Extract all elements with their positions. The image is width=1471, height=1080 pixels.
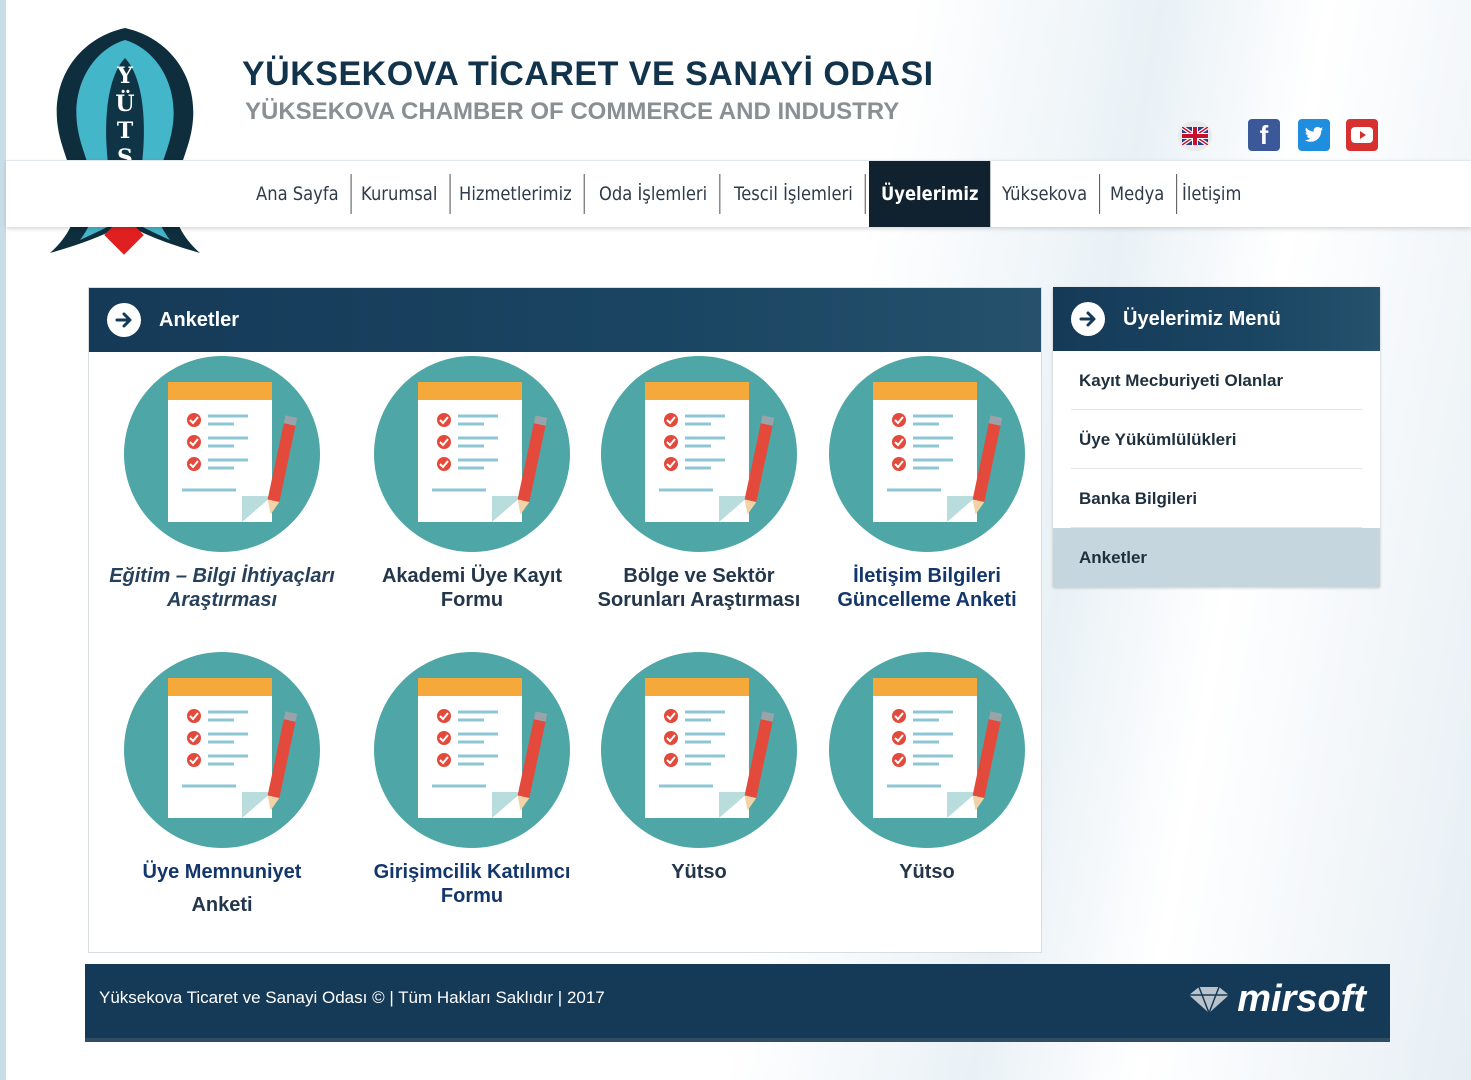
survey-card[interactable]: Bölge ve Sektör Sorunları Araştırması (584, 356, 814, 612)
panel-title: Anketler (159, 308, 240, 331)
survey-checklist-icon (601, 356, 797, 552)
nav-item-tescil-islemleri[interactable]: Tescil İşlemleri (722, 174, 866, 214)
survey-card[interactable]: Yütso (584, 652, 814, 884)
footer: Yüksekova Ticaret ve Sanayi Odası © | Tü… (85, 964, 1390, 1042)
members-sidebar: Üyelerimiz Menü Kayıt Mecburiyeti Olanla… (1053, 287, 1380, 587)
survey-label[interactable]: Bölge ve Sektör Sorunları Araştırması (584, 564, 814, 612)
survey-card[interactable]: Yütso (812, 652, 1042, 884)
survey-card[interactable]: Girişimcilik Katılımcı Formu (357, 652, 587, 908)
survey-card[interactable]: Üye Memnuniyet Anketi (107, 652, 337, 917)
survey-label[interactable]: İletişim Bilgileri Güncelleme Anketi (812, 564, 1042, 612)
mirsoft-brand: mirsoft (1237, 978, 1366, 1020)
footer-copyright: Yüksekova Ticaret ve Sanayi Odası © | Tü… (99, 988, 605, 1007)
english-flag-icon[interactable] (1178, 121, 1212, 151)
facebook-icon[interactable]: f (1248, 119, 1280, 151)
nav-item-medya[interactable]: Medya (1098, 174, 1177, 214)
arrow-right-icon (1071, 302, 1105, 336)
nav-item-uyelerimiz[interactable]: Üyelerimiz (868, 161, 991, 227)
survey-checklist-icon (829, 356, 1025, 552)
survey-card[interactable]: İletişim Bilgileri Güncelleme Anketi (812, 356, 1042, 612)
youtube-icon[interactable] (1346, 119, 1378, 151)
nav-item-ana-sayfa[interactable]: Ana Sayfa (244, 174, 352, 214)
diamond-icon (1189, 986, 1230, 1015)
survey-checklist-icon (124, 652, 320, 848)
sidebar-item-anketler[interactable]: Anketler (1053, 528, 1380, 587)
nav-item-hizmetlerimiz[interactable]: Hizmetlerimiz (447, 174, 585, 214)
survey-card[interactable]: Eğitim – Bilgi İhtiyaçları Araştırması (107, 356, 337, 612)
sidebar-item-uye-yukumlulukleri[interactable]: Üye Yükümlülükleri (1053, 410, 1380, 469)
survey-checklist-icon (829, 652, 1025, 848)
arrow-right-icon (107, 303, 141, 337)
site-title: YÜKSEKOVA TİCARET VE SANAYİ ODASI (242, 55, 934, 93)
sidebar-header: Üyelerimiz Menü (1053, 287, 1380, 351)
survey-checklist-icon (124, 356, 320, 552)
main-nav: Ana Sayfa Kurumsal Hizmetlerimiz Oda İşl… (244, 161, 1247, 227)
sidebar-item-kayit-mecburiyeti[interactable]: Kayıt Mecburiyeti Olanlar (1053, 351, 1380, 410)
yutso-logo[interactable]: Y Ü T S O (40, 18, 210, 268)
logo-letter: Y (116, 63, 133, 89)
survey-card[interactable]: Akademi Üye Kayıt Formu (357, 356, 587, 612)
facebook-glyph: f (1259, 119, 1269, 150)
nav-item-yuksekova[interactable]: Yüksekova (990, 174, 1100, 214)
survey-label[interactable]: Akademi Üye Kayıt Formu (357, 564, 587, 612)
sidebar-item-banka-bilgileri[interactable]: Banka Bilgileri (1053, 469, 1380, 528)
nav-item-kurumsal[interactable]: Kurumsal (349, 174, 451, 214)
mirsoft-logo[interactable]: mirsoft (1187, 978, 1366, 1021)
logo-letter: T (117, 118, 134, 144)
survey-label[interactable]: Girişimcilik Katılımcı Formu (357, 860, 587, 908)
twitter-icon[interactable] (1298, 119, 1330, 151)
main-navbar: Ana Sayfa Kurumsal Hizmetlerimiz Oda İşl… (6, 160, 1471, 227)
site-subtitle: YÜKSEKOVA CHAMBER OF COMMERCE AND INDUST… (245, 98, 900, 125)
sidebar-title: Üyelerimiz Menü (1123, 307, 1281, 330)
surveys-panel: Anketler Eğitim – Bilgi İhtiyaçları Araş… (88, 287, 1042, 953)
survey-checklist-icon (374, 652, 570, 848)
survey-label-continued[interactable]: Anketi (107, 894, 337, 917)
survey-checklist-icon (601, 652, 797, 848)
survey-label[interactable]: Üye Memnuniyet (107, 860, 337, 884)
nav-item-oda-islemleri[interactable]: Oda İşlemleri (587, 174, 720, 214)
survey-label[interactable]: Yütso (812, 860, 1042, 884)
survey-label[interactable]: Eğitim – Bilgi İhtiyaçları Araştırması (107, 564, 337, 612)
survey-checklist-icon (374, 356, 570, 552)
survey-label[interactable]: Yütso (584, 860, 814, 884)
nav-item-iletisim[interactable]: İletişim (1170, 174, 1253, 214)
surveys-panel-header: Anketler (89, 288, 1041, 352)
logo-letter: Ü (115, 89, 134, 117)
